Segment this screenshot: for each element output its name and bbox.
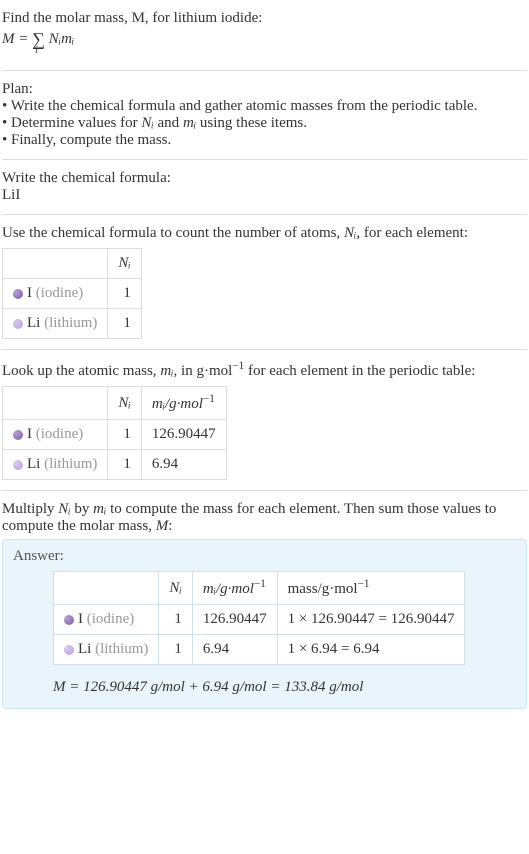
table-row: I (iodine) 1 126.90447 1 × 126.90447 = 1… bbox=[54, 605, 465, 635]
mass-text: Look up the atomic mass, mᵢ, in g·mol−1 … bbox=[2, 360, 527, 380]
divider bbox=[2, 159, 527, 160]
element-cell: Li (lithium) bbox=[3, 309, 108, 339]
table-header-row: Nᵢ mᵢ/g·mol−1 bbox=[3, 387, 227, 420]
table-header-row: Nᵢ mᵢ/g·mol−1 mass/g·mol−1 bbox=[54, 572, 465, 605]
plan-section: Plan: • Write the chemical formula and g… bbox=[2, 75, 527, 155]
answer-table: Nᵢ mᵢ/g·mol−1 mass/g·mol−1 I (iodine) 1 … bbox=[53, 571, 465, 665]
intro-line: Find the molar mass, M, for lithium iodi… bbox=[2, 10, 527, 27]
header-ni: Nᵢ bbox=[159, 572, 192, 605]
sigma-symbol: ∑i bbox=[32, 29, 45, 50]
formula-lhs: M = bbox=[2, 31, 32, 47]
divider bbox=[2, 214, 527, 215]
multiply-text: Multiply Nᵢ by mᵢ to compute the mass fo… bbox=[2, 501, 527, 535]
chemical-formula-section: Write the chemical formula: LiI bbox=[2, 164, 527, 210]
dot-icon bbox=[64, 645, 74, 655]
header-ni: Nᵢ bbox=[108, 249, 141, 279]
final-answer: M = 126.90447 g/mol + 6.94 g/mol = 133.8… bbox=[53, 679, 516, 696]
element-cell: I (iodine) bbox=[54, 605, 159, 635]
table-row: I (iodine) 1 bbox=[3, 279, 142, 309]
table-row: I (iodine) 1 126.90447 bbox=[3, 420, 227, 450]
plan-bullet-1: • Write the chemical formula and gather … bbox=[2, 98, 527, 115]
header-mi: mᵢ/g·mol−1 bbox=[141, 387, 226, 420]
answer-label: Answer: bbox=[13, 548, 516, 565]
plan-bullet-2: • Determine values for Nᵢ and mᵢ using t… bbox=[2, 115, 527, 132]
ni-cell: 1 bbox=[108, 420, 141, 450]
element-cell: Li (lithium) bbox=[3, 450, 108, 480]
multiply-section: Multiply Nᵢ by mᵢ to compute the mass fo… bbox=[2, 495, 527, 715]
table-row: Li (lithium) 1 bbox=[3, 309, 142, 339]
mi-cell: 126.90447 bbox=[192, 605, 277, 635]
ni-cell: 1 bbox=[108, 450, 141, 480]
element-cell: I (iodine) bbox=[3, 279, 108, 309]
plan-bullet-3: • Finally, compute the mass. bbox=[2, 132, 527, 149]
intro-section: Find the molar mass, M, for lithium iodi… bbox=[2, 4, 527, 66]
ni-cell: 1 bbox=[108, 309, 141, 339]
mass-table: Nᵢ mᵢ/g·mol−1 I (iodine) 1 126.90447 Li … bbox=[2, 386, 227, 480]
divider bbox=[2, 70, 527, 71]
ni-cell: 1 bbox=[159, 605, 192, 635]
ni-cell: 1 bbox=[108, 279, 141, 309]
header-ni: Nᵢ bbox=[108, 387, 141, 420]
mi-cell: 126.90447 bbox=[141, 420, 226, 450]
mi-cell: 6.94 bbox=[192, 635, 277, 665]
count-text: Use the chemical formula to count the nu… bbox=[2, 225, 527, 242]
dot-icon bbox=[13, 319, 23, 329]
element-cell: I (iodine) bbox=[3, 420, 108, 450]
formula-value: LiI bbox=[2, 187, 527, 204]
dot-icon bbox=[64, 615, 74, 625]
table-row: Li (lithium) 1 6.94 1 × 6.94 = 6.94 bbox=[54, 635, 465, 665]
mass-section: Look up the atomic mass, mᵢ, in g·mol−1 … bbox=[2, 354, 527, 486]
formula-rhs: Nᵢmᵢ bbox=[49, 31, 75, 47]
mi-cell: 6.94 bbox=[141, 450, 226, 480]
intro-formula: M = ∑i Nᵢmᵢ bbox=[2, 29, 74, 60]
answer-box: Answer: Nᵢ mᵢ/g·mol−1 mass/g·mol−1 I (io… bbox=[2, 539, 527, 709]
mass-cell: 1 × 126.90447 = 126.90447 bbox=[277, 605, 465, 635]
table-row: Li (lithium) 1 6.94 bbox=[3, 450, 227, 480]
dot-icon bbox=[13, 460, 23, 470]
dot-icon bbox=[13, 289, 23, 299]
divider bbox=[2, 490, 527, 491]
table-header-row: Nᵢ bbox=[3, 249, 142, 279]
dot-icon bbox=[13, 430, 23, 440]
count-table: Nᵢ I (iodine) 1 Li (lithium) 1 bbox=[2, 248, 142, 339]
header-mi: mᵢ/g·mol−1 bbox=[192, 572, 277, 605]
plan-heading: Plan: bbox=[2, 81, 527, 98]
count-section: Use the chemical formula to count the nu… bbox=[2, 219, 527, 345]
ni-cell: 1 bbox=[159, 635, 192, 665]
header-mass: mass/g·mol−1 bbox=[277, 572, 465, 605]
header-blank bbox=[3, 387, 108, 420]
header-blank bbox=[54, 572, 159, 605]
divider bbox=[2, 349, 527, 350]
formula-heading: Write the chemical formula: bbox=[2, 170, 527, 187]
mass-cell: 1 × 6.94 = 6.94 bbox=[277, 635, 465, 665]
header-blank bbox=[3, 249, 108, 279]
element-cell: Li (lithium) bbox=[54, 635, 159, 665]
